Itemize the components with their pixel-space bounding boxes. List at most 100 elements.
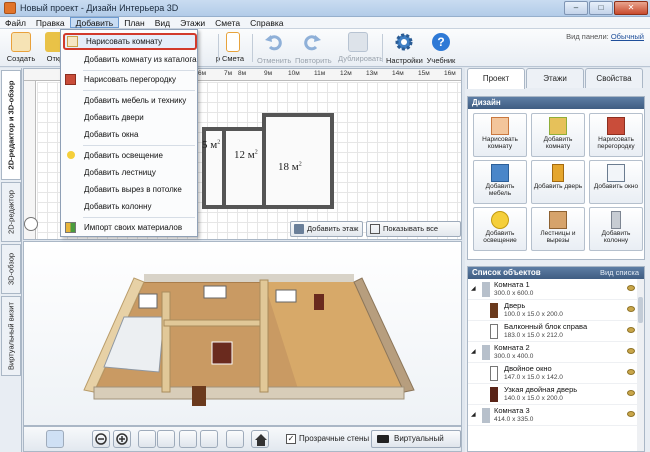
app-icon (4, 2, 16, 14)
show-all-sizes-button[interactable]: Показывать все размеры (366, 221, 461, 239)
window-icon (490, 366, 498, 381)
menu-floors[interactable]: Этажи (175, 17, 210, 28)
menu-item-add-column[interactable]: Добавить колонну (61, 198, 197, 215)
add-floor-button[interactable]: Добавить этаж (290, 221, 364, 237)
list-item[interactable]: Узкая двойная дверь 140.0 x 15.0 x 200.0 (468, 384, 644, 405)
list-item[interactable]: Балконный блок справа 183.0 x 15.0 x 212… (468, 321, 644, 342)
add-column-button[interactable]: Добавить колонну (589, 207, 643, 251)
panel-view-selector[interactable]: Вид панели: Обычный (566, 32, 644, 41)
close-button[interactable]: ✕ (614, 1, 648, 15)
menu-item-add-lighting[interactable]: Добавить освещение (61, 147, 197, 164)
lamp-icon (491, 211, 509, 229)
tab-floors[interactable]: Этажи (526, 68, 584, 88)
menu-item-add-stairs[interactable]: Добавить лестницу (61, 164, 197, 181)
add-lighting-button[interactable]: Добавить освещение (473, 207, 527, 251)
window-title: Новый проект - Дизайн Интерьера 3D (20, 3, 179, 13)
menu-item-draw-room[interactable]: Нарисовать комнату (63, 33, 197, 50)
add-room-button[interactable]: Добавить комнату (531, 113, 585, 157)
add-furniture-button[interactable]: Добавить мебель (473, 160, 527, 204)
draw-partition-button[interactable]: Нарисовать перегородку (589, 113, 643, 157)
menu-item-add-windows[interactable]: Добавить окна (61, 126, 197, 143)
list-item[interactable]: ◢ Комната 2 300.0 x 400.0 (468, 342, 644, 363)
import-icon (65, 222, 76, 233)
room-label-2: 12 м2 (234, 149, 258, 161)
menu-plan[interactable]: План (119, 17, 150, 28)
menu-item-add-ceiling-cutout[interactable]: Добавить вырез в потолке (61, 181, 197, 198)
draw-room-button[interactable]: Нарисовать комнату (473, 113, 527, 157)
menu-item-add-doors[interactable]: Добавить двери (61, 109, 197, 126)
stairs-cutouts-button[interactable]: Лестницы и вырезы (531, 207, 585, 251)
list-view-toggle[interactable]: Вид списка (600, 267, 639, 279)
object-list-scrollbar[interactable] (637, 279, 644, 451)
home-icon[interactable] (251, 430, 269, 448)
window-icon (607, 164, 625, 182)
panel-view-value[interactable]: Обычный (611, 32, 644, 41)
tab-2d-3d[interactable]: 2D-редактор и 3D-обзор (1, 70, 21, 180)
room-label-3: 18 м2 (278, 161, 302, 173)
tab-virtual-visit[interactable]: Виртуальный визит (1, 296, 21, 376)
visibility-icon[interactable] (627, 348, 635, 354)
zoom-icon[interactable] (24, 217, 38, 231)
video-camera-icon (377, 435, 389, 443)
window-icon (490, 324, 498, 339)
pencil-icon (67, 36, 78, 47)
camera-360-icon[interactable] (46, 430, 64, 448)
right-panel: Проект Этажи Свойства Дизайн Нарисовать … (465, 68, 650, 452)
lighting-icon[interactable] (226, 430, 244, 448)
rotate-left-icon[interactable] (138, 430, 156, 448)
create-button[interactable]: Создать (4, 31, 38, 65)
add-menu-dropdown: Нарисовать комнату Добавить комнату из к… (60, 29, 198, 237)
design-section: Дизайн Нарисовать комнату Добавить комна… (467, 96, 645, 260)
visibility-icon[interactable] (627, 390, 635, 396)
maximize-button[interactable]: □ (589, 1, 613, 15)
tilt-down-icon[interactable] (200, 430, 218, 448)
add-door-button[interactable]: Добавить дверь (531, 160, 585, 204)
menu-help[interactable]: Справка (245, 17, 288, 28)
tab-3d[interactable]: 3D-обзор (1, 244, 21, 294)
menu-estimate[interactable]: Смета (210, 17, 245, 28)
estimate-button[interactable]: Смета (216, 31, 250, 65)
duplicate-button[interactable]: Дублировать (338, 31, 383, 65)
expand-arrow-icon[interactable]: ◢ (471, 348, 476, 355)
menu-file[interactable]: Файл (0, 17, 31, 28)
list-item[interactable]: ◢ Комната 3 414.0 x 335.0 (468, 405, 644, 426)
rotate-right-icon[interactable] (157, 430, 175, 448)
redo-button[interactable]: Повторить (295, 31, 332, 65)
tab-2d[interactable]: 2D-редактор (1, 182, 21, 242)
undo-button[interactable]: Отменить (257, 31, 291, 65)
redo-icon (304, 35, 321, 51)
tab-project[interactable]: Проект (467, 68, 525, 89)
virtual-visit-button[interactable]: Виртуальный визит (371, 430, 461, 452)
tilt-up-icon[interactable] (179, 430, 197, 448)
list-item[interactable]: Двойное окно 147.0 x 15.0 x 142.0 (468, 363, 644, 384)
menu-item-add-room-catalog[interactable]: Добавить комнату из каталога (61, 51, 197, 68)
tutorial-button[interactable]: ? Учебник (424, 31, 458, 65)
brick-icon (65, 74, 76, 85)
transparent-walls-checkbox[interactable]: ✓ (286, 434, 296, 444)
visibility-icon[interactable] (627, 369, 635, 375)
menu-edit[interactable]: Правка (31, 17, 70, 28)
zoom-out-icon[interactable] (92, 430, 110, 448)
menu-add[interactable]: Добавить (69, 17, 120, 28)
menu-item-add-furniture[interactable]: Добавить мебель и технику (61, 92, 197, 109)
menu-item-draw-partition[interactable]: Нарисовать перегородку (61, 71, 197, 88)
draw-room-icon (491, 117, 509, 135)
expand-arrow-icon[interactable]: ◢ (471, 411, 476, 418)
tab-properties[interactable]: Свойства (585, 68, 643, 88)
list-item[interactable]: Дверь 100.0 x 15.0 x 200.0 (468, 300, 644, 321)
zoom-in-icon[interactable] (113, 430, 131, 448)
column-icon (611, 211, 621, 229)
list-item[interactable]: ◢ Комната 1 300.0 x 600.0 (468, 279, 644, 300)
scrollbar-thumb[interactable] (638, 297, 643, 323)
menu-item-import-materials[interactable]: Импорт своих материалов (61, 219, 197, 236)
visibility-icon[interactable] (627, 306, 635, 312)
visibility-icon[interactable] (627, 411, 635, 417)
minimize-button[interactable]: – (564, 1, 588, 15)
visibility-icon[interactable] (627, 327, 635, 333)
settings-button[interactable]: Настройки (386, 31, 423, 65)
expand-arrow-icon[interactable]: ◢ (471, 285, 476, 292)
add-window-button[interactable]: Добавить окно (589, 160, 643, 204)
visibility-icon[interactable] (627, 285, 635, 291)
view-3d[interactable] (23, 241, 462, 426)
menu-view[interactable]: Вид (150, 17, 175, 28)
